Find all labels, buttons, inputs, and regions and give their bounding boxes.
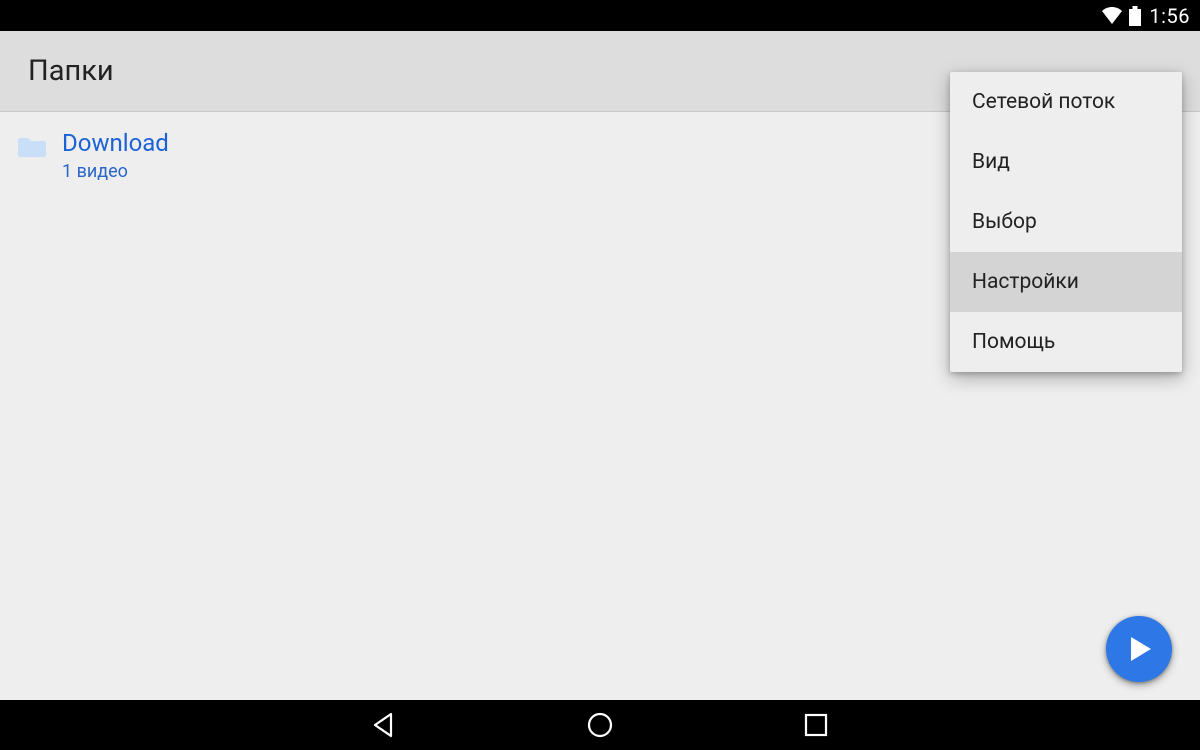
nav-recent-button[interactable] (798, 707, 834, 743)
nav-back-button[interactable] (366, 707, 402, 743)
menu-item-label: Сетевой поток (972, 90, 1115, 114)
home-icon (586, 711, 614, 739)
menu-item-label: Вид (972, 150, 1010, 174)
menu-item-select[interactable]: Выбор (950, 192, 1182, 252)
wifi-icon (1101, 7, 1123, 25)
page-title: Папки (28, 54, 114, 88)
menu-item-label: Выбор (972, 210, 1037, 234)
menu-item-label: Помощь (972, 330, 1055, 354)
status-time: 1:56 (1149, 4, 1190, 28)
android-nav-bar (0, 700, 1200, 750)
folder-icon (18, 136, 46, 158)
nav-home-button[interactable] (582, 707, 618, 743)
folder-text: Download 1 видео (62, 128, 169, 184)
menu-item-view[interactable]: Вид (950, 132, 1182, 192)
folder-subtitle: 1 видео (62, 159, 169, 184)
menu-item-settings[interactable]: Настройки (950, 252, 1182, 312)
battery-icon (1129, 6, 1141, 26)
overflow-menu: Сетевой поток Вид Выбор Настройки Помощь (950, 72, 1182, 372)
android-status-bar: 1:56 (0, 0, 1200, 31)
folder-name: Download (62, 128, 169, 159)
back-icon (371, 712, 397, 738)
menu-item-help[interactable]: Помощь (950, 312, 1182, 372)
app-container: Папки Download 1 видео Сетевой поток Вид… (0, 31, 1200, 700)
play-icon (1125, 636, 1153, 662)
menu-item-network-stream[interactable]: Сетевой поток (950, 72, 1182, 132)
play-fab-button[interactable] (1106, 616, 1172, 682)
menu-item-label: Настройки (972, 270, 1079, 294)
recent-icon (804, 713, 828, 737)
